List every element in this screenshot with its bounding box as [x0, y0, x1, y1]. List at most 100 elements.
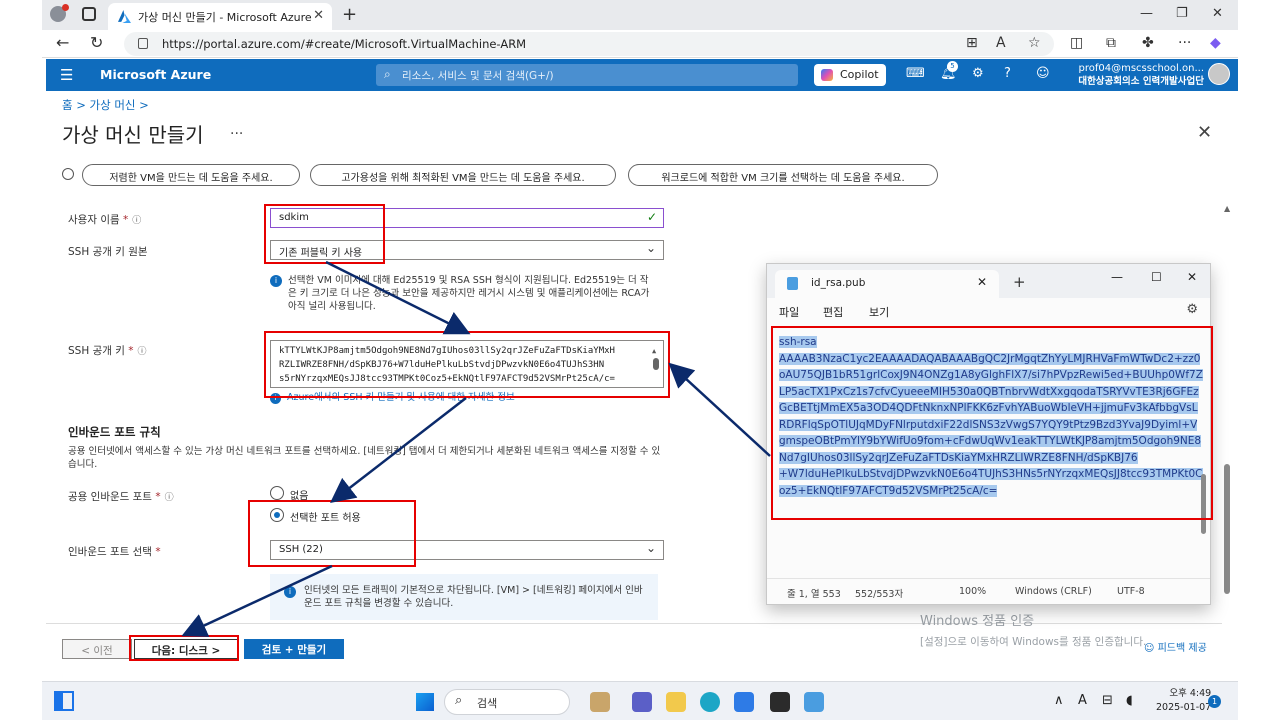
chevron-down-icon: ⌄ [645, 541, 656, 555]
notepad-file-icon [787, 277, 798, 290]
search-icon: ⌕ [384, 67, 391, 81]
annotation-box-inbound [248, 500, 416, 567]
feedback-link[interactable]: ☺ 피드백 제공 [1144, 639, 1207, 654]
hamburger-menu-icon[interactable]: ☰ [60, 66, 73, 84]
store-icon[interactable] [734, 692, 754, 712]
browser-tab-active[interactable]: 가상 머신 만들기 - Microsoft Azure ✕ [108, 3, 332, 30]
copilot-button[interactable]: Copilot [814, 64, 886, 86]
public-inbound-label: 공용 인바운드 포트 * ⓘ [68, 491, 174, 503]
taskbar-clock[interactable]: 오후 4:49 2025-01-07 [1156, 687, 1211, 715]
info-icon: i [284, 586, 296, 598]
news-widget-icon[interactable] [590, 692, 610, 712]
menu-edit[interactable]: 편집 [823, 304, 843, 320]
copilot-sidebar-icon[interactable]: ◆ [1210, 35, 1221, 51]
tab-title: 가상 머신 만들기 - Microsoft Azure [138, 11, 312, 24]
new-tab-icon[interactable]: + [1013, 273, 1026, 291]
split-screen-icon[interactable]: ◫ [1070, 35, 1083, 51]
inbound-section-desc: 공용 인터넷에서 액세스할 수 있는 가상 머신 네트워크 포트를 선택하세요.… [68, 446, 661, 470]
url-field[interactable]: https://portal.azure.com/#create/Microso… [124, 32, 1054, 56]
annotation-box-ssh-key [264, 331, 670, 398]
minimize-icon[interactable]: — [1140, 6, 1153, 21]
refresh-icon[interactable]: ↻ [90, 33, 103, 52]
breadcrumb[interactable]: 홈 > 가상 머신 > [62, 97, 149, 113]
ssh-source-label: SSH 공개 키 원본 [68, 246, 148, 258]
taskbar-search[interactable]: ⌕ 검색 [444, 689, 570, 715]
feedback-icon[interactable]: ☺ [1036, 66, 1050, 81]
page-scrollbar[interactable]: ▲ [1222, 202, 1232, 622]
clock-date: 2025-01-07 [1156, 702, 1212, 713]
terminal-icon[interactable] [770, 692, 790, 712]
account-org: 대한상공회의소 인력개발사업단 [1078, 76, 1204, 87]
azure-logo-icon [118, 10, 131, 23]
review-create-button[interactable]: 검토 + 만들기 [244, 639, 344, 659]
previous-button[interactable]: < 이전 [62, 639, 132, 659]
favorite-star-icon[interactable]: ☆ [1028, 35, 1041, 51]
help-icon[interactable]: ? [1004, 66, 1011, 81]
close-tab-icon[interactable]: ✕ [977, 275, 987, 289]
page-title: 가상 머신 만들기 [62, 123, 204, 147]
close-window-icon[interactable]: ✕ [1187, 270, 1197, 284]
menu-view[interactable]: 보기 [869, 304, 889, 320]
minimize-icon[interactable]: — [1111, 270, 1123, 284]
info-icon: i [270, 275, 282, 287]
settings-gear-icon[interactable]: ⚙ [972, 66, 984, 81]
more-menu-icon[interactable]: ··· [1178, 35, 1191, 51]
notepad-status-bar: 줄 1, 열 553 552/553자 100% Windows (CRLF) … [767, 578, 1210, 604]
cloud-shell-icon[interactable]: ⌨ [906, 66, 925, 81]
widgets-icon[interactable] [54, 691, 74, 711]
account-info[interactable]: prof04@mscsschool.on... 대한상공회의소 인력개발사업단 [1072, 62, 1204, 88]
inbound-info-text: 인터넷의 모든 트래픽이 기본적으로 차단됩니다. [VM] > [네트워킹] … [304, 585, 643, 609]
azure-search-input[interactable]: ⌕ 리소스, 서비스 및 문서 검색(G+/) [376, 64, 798, 86]
azure-brand[interactable]: Microsoft Azure [100, 67, 211, 82]
input-language[interactable]: A [1078, 693, 1087, 708]
username-label: 사용자 이름 * ⓘ [68, 214, 142, 226]
start-windows-icon[interactable] [416, 693, 434, 711]
notepad-tab[interactable]: id_rsa.pub ✕ [775, 270, 999, 298]
account-email: prof04@mscsschool.on... [1078, 63, 1205, 74]
ssh-format-note-text: 선택한 VM 이미지에 대해 Ed25519 및 RSA SSH 형식이 지원됩… [288, 275, 650, 312]
inbound-section-title: 인바운드 포트 규칙 [68, 425, 161, 439]
avatar[interactable] [1208, 63, 1230, 85]
status-char-count: 552/553자 [855, 589, 904, 600]
chip-cheap-vm[interactable]: 저렴한 VM을 만드는 데 도움을 주세요. [82, 164, 300, 186]
settings-gear-icon[interactable]: ⚙ [1186, 302, 1198, 317]
new-tab-icon[interactable]: + [342, 4, 357, 25]
status-line-ending: Windows (CRLF) [1015, 586, 1092, 597]
read-aloud-icon[interactable]: A [996, 35, 1006, 51]
url-text: https://portal.azure.com/#create/Microso… [162, 37, 527, 51]
status-position: 줄 1, 열 553 [787, 589, 841, 600]
collections-icon[interactable]: ⧉ [1106, 35, 1116, 51]
restore-icon[interactable]: ❐ [1176, 6, 1188, 21]
status-encoding: UTF-8 [1117, 586, 1145, 597]
annotation-box-next [129, 635, 239, 661]
network-icon[interactable]: ⊟ [1102, 693, 1113, 708]
windows-activation-watermark: Windows 정품 인증 [설정]으로 이동하여 Windows를 정품 인증… [920, 614, 1147, 648]
extensions-icon[interactable]: ✤ [1142, 35, 1154, 51]
profile-icon[interactable] [50, 4, 69, 22]
tray-overflow-icon[interactable]: ∧ [1054, 693, 1064, 708]
tab-actions-icon[interactable] [82, 7, 96, 21]
menu-file[interactable]: 파일 [779, 304, 799, 320]
annotation-box-notepad-key [771, 326, 1213, 520]
notepad-taskbar-icon[interactable] [804, 692, 824, 712]
close-blade-icon[interactable]: ✕ [1197, 122, 1212, 143]
close-tab-icon[interactable]: ✕ [313, 8, 324, 23]
close-window-icon[interactable]: ✕ [1212, 6, 1223, 21]
assistant-icon [62, 168, 74, 180]
back-icon[interactable]: ← [56, 33, 69, 52]
volume-icon[interactable]: ◖ [1126, 693, 1133, 708]
browser-tab-strip: 가상 머신 만들기 - Microsoft Azure ✕ + — ❐ ✕ [42, 0, 1238, 30]
notification-count-badge[interactable]: 1 [1208, 695, 1221, 708]
info-icon: ⓘ [137, 347, 147, 357]
app-grid-icon[interactable]: ⊞ [966, 35, 978, 51]
notification-badge: 5 [947, 61, 958, 72]
file-explorer-icon[interactable] [666, 692, 686, 712]
more-options-icon[interactable]: ... [230, 122, 243, 138]
maximize-icon[interactable]: ☐ [1151, 270, 1162, 284]
edge-icon[interactable] [700, 692, 720, 712]
teams-icon[interactable] [632, 692, 652, 712]
chip-vm-size[interactable]: 워크로드에 적합한 VM 크기를 선택하는 데 도움을 주세요. [628, 164, 938, 186]
chip-high-availability[interactable]: 고가용성을 위해 최적화된 VM을 만드는 데 도움을 주세요. [310, 164, 616, 186]
ssh-format-note: i 선택한 VM 이미지에 대해 Ed25519 및 RSA SSH 형식이 지… [270, 274, 654, 313]
windows-taskbar: ⌕ 검색 ∧ A ⊟ ◖ 오후 4:49 2025-01-07 1 [42, 681, 1238, 720]
